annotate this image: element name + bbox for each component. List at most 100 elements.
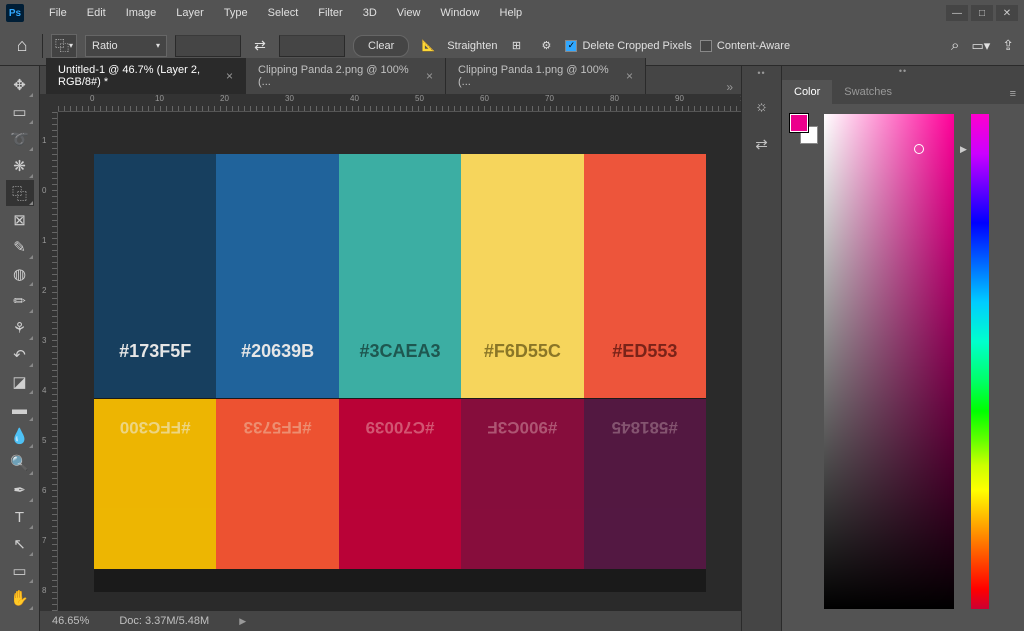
- eraser-tool[interactable]: ◪: [6, 369, 34, 395]
- pen-tool[interactable]: ✒: [6, 477, 34, 503]
- zoom-level[interactable]: 46.65%: [52, 615, 89, 627]
- doc-tab[interactable]: Clipping Panda 1.png @ 100% (... ×: [446, 58, 646, 94]
- crop-width-input[interactable]: [175, 35, 241, 57]
- color-swatch: #C70039: [339, 399, 461, 569]
- fg-bg-colors[interactable]: [790, 114, 818, 144]
- doc-tab[interactable]: Untitled-1 @ 46.7% (Layer 2, RGB/8#) * ×: [46, 58, 246, 94]
- straighten-icon[interactable]: 📐: [417, 35, 439, 57]
- brush-tool[interactable]: ✏: [6, 288, 34, 314]
- foreground-color-swatch[interactable]: [790, 114, 808, 132]
- doc-tab-label: Clipping Panda 1.png @ 100% (...: [458, 64, 616, 88]
- adjustments-panel-icon[interactable]: ☼: [750, 96, 774, 116]
- main-area: ✥ ▭ ➰ ❋ ⿻ ⊠ ✎ ◍ ✏ ⚘ ↶ ◪ ▬ 💧 🔍 ✒ T ↖ ▭ ✋ …: [0, 66, 1024, 631]
- crop-settings-icon[interactable]: ⚙: [535, 35, 557, 57]
- color-tab[interactable]: Color: [782, 80, 832, 104]
- menu-view[interactable]: View: [388, 3, 430, 23]
- menu-help[interactable]: Help: [491, 3, 532, 23]
- color-cursor[interactable]: [914, 144, 924, 154]
- color-swatch: #900C3F: [461, 399, 583, 569]
- lasso-tool[interactable]: ➰: [6, 126, 34, 152]
- window-controls: — □ ✕: [946, 5, 1018, 21]
- properties-panel-icon[interactable]: ⇄: [750, 134, 774, 154]
- grid-overlay-icon[interactable]: ⊞: [505, 35, 527, 57]
- tools-panel: ✥ ▭ ➰ ❋ ⿻ ⊠ ✎ ◍ ✏ ⚘ ↶ ◪ ▬ 💧 🔍 ✒ T ↖ ▭ ✋: [0, 66, 40, 631]
- menu-layer[interactable]: Layer: [167, 3, 213, 23]
- gradient-tool[interactable]: ▬: [6, 396, 34, 422]
- palette-row-2: #581845#900C3F#C70039#FF5733#FFC300: [94, 399, 706, 569]
- hue-slider[interactable]: [971, 114, 989, 609]
- content-aware-label: Content-Aware: [717, 40, 790, 52]
- frame-tool[interactable]: ⊠: [6, 207, 34, 233]
- color-panel: •• Color Swatches ≡ ▶: [782, 66, 1024, 631]
- healing-tool[interactable]: ◍: [6, 261, 34, 287]
- menu-filter[interactable]: Filter: [309, 3, 351, 23]
- right-panels: •• ☼ ⇄ •• Color Swatches ≡ ▶: [741, 66, 1024, 631]
- color-swatch: #FFC300: [94, 399, 216, 569]
- workspace-icon[interactable]: ▭▾: [971, 38, 990, 54]
- home-icon[interactable]: ⌂: [10, 34, 34, 58]
- panel-menu-icon[interactable]: ≡: [1002, 84, 1024, 104]
- close-icon[interactable]: ×: [626, 69, 633, 83]
- status-arrow-icon[interactable]: ▶: [239, 616, 246, 627]
- color-swatch: #FF5733: [216, 399, 338, 569]
- color-swatch: #ED553: [584, 154, 706, 398]
- close-button[interactable]: ✕: [996, 5, 1018, 21]
- history-brush-tool[interactable]: ↶: [6, 342, 34, 368]
- clone-stamp-tool[interactable]: ⚘: [6, 315, 34, 341]
- shape-tool[interactable]: ▭: [6, 558, 34, 584]
- menu-image[interactable]: Image: [117, 3, 166, 23]
- quick-select-tool[interactable]: ❋: [6, 153, 34, 179]
- delete-cropped-checkbox[interactable]: ✓ Delete Cropped Pixels: [565, 40, 691, 52]
- menu-select[interactable]: Select: [259, 3, 308, 23]
- move-tool[interactable]: ✥: [6, 72, 34, 98]
- search-icon[interactable]: ⌕: [951, 37, 959, 54]
- menu-file[interactable]: File: [40, 3, 76, 23]
- minimize-button[interactable]: —: [946, 5, 968, 21]
- doc-tab[interactable]: Clipping Panda 2.png @ 100% (... ×: [246, 58, 446, 94]
- blur-tool[interactable]: 💧: [6, 423, 34, 449]
- doc-size[interactable]: Doc: 3.37M/5.48M: [119, 615, 209, 627]
- menu-edit[interactable]: Edit: [78, 3, 115, 23]
- close-icon[interactable]: ×: [426, 69, 433, 83]
- ratio-select[interactable]: Ratio▾: [85, 35, 167, 57]
- menu-3d[interactable]: 3D: [354, 3, 386, 23]
- content-aware-checkbox[interactable]: Content-Aware: [700, 40, 790, 52]
- clear-button[interactable]: Clear: [353, 35, 409, 57]
- crop-height-input[interactable]: [279, 35, 345, 57]
- delete-cropped-label: Delete Cropped Pixels: [582, 40, 691, 52]
- eyedropper-tool[interactable]: ✎: [6, 234, 34, 260]
- type-tool[interactable]: T: [6, 504, 34, 530]
- color-swatch: #173F5F: [94, 154, 216, 398]
- checkbox-icon: [700, 40, 712, 52]
- separator: [42, 34, 43, 58]
- collapse-handle[interactable]: ••: [742, 68, 781, 78]
- close-icon[interactable]: ×: [226, 69, 233, 83]
- canvas[interactable]: #173F5F#20639B#3CAEA3#F6D55C#ED553 #5818…: [94, 154, 706, 592]
- swap-dimensions-icon[interactable]: ⇄: [249, 35, 271, 57]
- right-option-icons: ⌕ ▭▾ ⇪: [951, 37, 1014, 54]
- doc-tab-label: Untitled-1 @ 46.7% (Layer 2, RGB/8#) *: [58, 64, 216, 88]
- artboard[interactable]: #173F5F#20639B#3CAEA3#F6D55C#ED553 #5818…: [58, 112, 741, 591]
- crop-tool-preset[interactable]: ⿻▾: [51, 34, 77, 58]
- color-swatch: #F6D55C: [461, 154, 583, 398]
- document-tabs: Untitled-1 @ 46.7% (Layer 2, RGB/8#) * ×…: [40, 66, 741, 94]
- menu-window[interactable]: Window: [431, 3, 488, 23]
- maximize-button[interactable]: □: [971, 5, 993, 21]
- crop-tool[interactable]: ⿻: [6, 180, 34, 206]
- share-icon[interactable]: ⇪: [1002, 37, 1014, 54]
- hand-tool[interactable]: ✋: [6, 585, 34, 611]
- swatches-tab[interactable]: Swatches: [832, 80, 904, 104]
- marquee-tool[interactable]: ▭: [6, 99, 34, 125]
- tabs-overflow-icon[interactable]: »: [718, 80, 741, 94]
- color-swatch: #3CAEA3: [339, 154, 461, 398]
- menu-type[interactable]: Type: [215, 3, 257, 23]
- collapse-handle[interactable]: ••: [782, 66, 1024, 76]
- path-select-tool[interactable]: ↖: [6, 531, 34, 557]
- palette-row-1: #173F5F#20639B#3CAEA3#F6D55C#ED553: [94, 154, 706, 398]
- color-swatch: #581845: [584, 399, 706, 569]
- color-field[interactable]: [824, 114, 954, 609]
- document-area: Untitled-1 @ 46.7% (Layer 2, RGB/8#) * ×…: [40, 66, 741, 631]
- dodge-tool[interactable]: 🔍: [6, 450, 34, 476]
- ps-logo[interactable]: Ps: [6, 4, 24, 22]
- canvas-viewport[interactable]: 0102030405060708090100 101234567890 #173…: [40, 94, 741, 611]
